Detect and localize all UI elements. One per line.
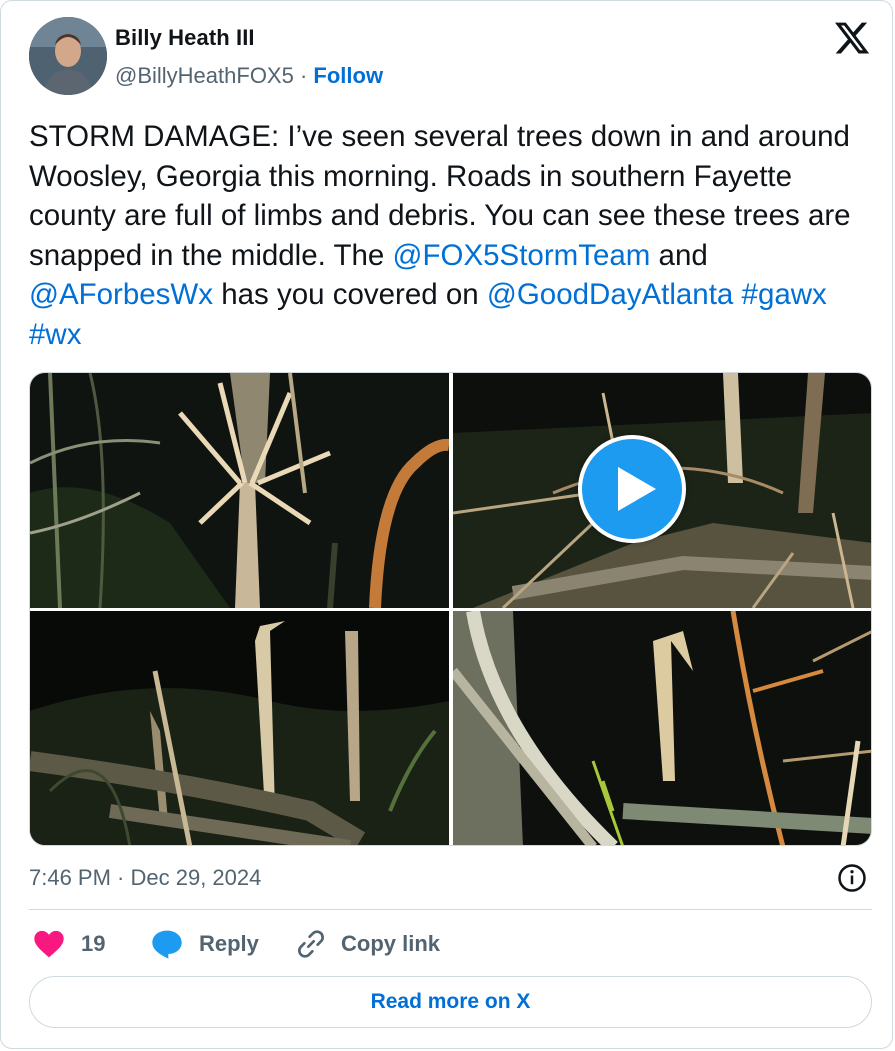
follow-button[interactable]: Follow: [313, 63, 383, 88]
media-photo-2[interactable]: [30, 611, 449, 845]
play-icon: [618, 467, 656, 511]
like-count: 19: [81, 931, 106, 956]
separator-dot: ·: [299, 63, 308, 88]
read-more-label: Read more on X: [370, 990, 531, 1013]
reply-button[interactable]: Reply: [151, 926, 259, 962]
author-name[interactable]: Billy Heath III: [115, 25, 255, 51]
tweet-middle-text: has you covered on: [213, 278, 487, 311]
media-photo-3[interactable]: [453, 611, 871, 845]
author-handle[interactable]: @BillyHeathFOX5: [115, 63, 294, 88]
reply-label: Reply: [199, 931, 259, 956]
author-handle-row: @BillyHeathFOX5 · Follow: [115, 63, 383, 89]
x-logo-icon[interactable]: [833, 19, 871, 57]
mention-aforbeswx[interactable]: @AForbesWx: [29, 278, 213, 311]
mention-fox5stormteam[interactable]: @FOX5StormTeam: [393, 239, 651, 272]
media-photo-1[interactable]: [30, 373, 449, 608]
media-grid: [29, 372, 872, 846]
copy-link-button[interactable]: Copy link: [295, 926, 440, 962]
copy-link-label: Copy link: [341, 931, 441, 956]
avatar[interactable]: [29, 17, 107, 95]
hashtag-wx[interactable]: #wx: [29, 318, 81, 351]
info-icon[interactable]: [837, 863, 867, 893]
tweet-and-text: and: [650, 238, 708, 272]
mention-gooddayatlanta[interactable]: @GoodDayAtlanta: [487, 278, 733, 311]
tweet-text: STORM DAMAGE: I’ve seen several trees do…: [29, 117, 869, 354]
link-icon: [298, 930, 324, 958]
read-more-button[interactable]: Read more on X: [29, 976, 872, 1028]
heart-icon: [34, 930, 64, 958]
play-video-button[interactable]: [578, 435, 686, 543]
post-timestamp[interactable]: 7:46 PM · Dec 29, 2024: [29, 865, 261, 891]
reply-bubble-icon: [152, 930, 182, 959]
like-button[interactable]: 19: [33, 926, 105, 962]
embedded-post-card: Billy Heath III @BillyHeathFOX5 · Follow…: [0, 0, 893, 1049]
hashtag-gawx[interactable]: #gawx: [742, 278, 827, 311]
divider: [29, 909, 872, 910]
